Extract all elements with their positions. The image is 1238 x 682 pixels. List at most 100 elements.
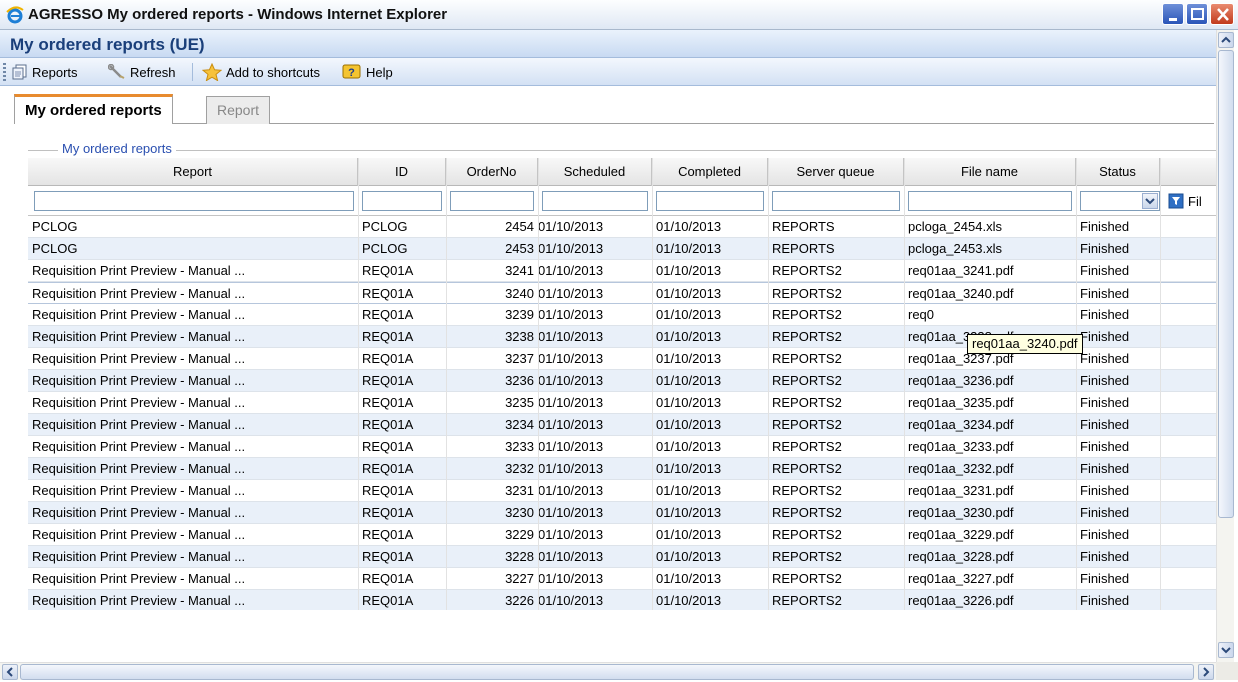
close-button[interactable] xyxy=(1210,3,1234,25)
filter-report-input[interactable] xyxy=(34,191,354,211)
cell-scheduled: 01/10/2013 xyxy=(538,571,604,586)
table-row[interactable]: Requisition Print Preview - Manual ... RE… xyxy=(28,502,1216,524)
cell-id: REQ01A xyxy=(362,417,414,432)
table-row[interactable]: Requisition Print Preview - Manual ... RE… xyxy=(28,392,1216,414)
table-row[interactable]: Requisition Print Preview - Manual ... RE… xyxy=(28,458,1216,480)
help-button[interactable]: ? Help xyxy=(342,62,393,82)
cell-report: Requisition Print Preview - Manual ... xyxy=(32,439,246,454)
refresh-label: Refresh xyxy=(130,64,176,80)
reports-icon xyxy=(12,64,27,80)
chevron-down-icon[interactable] xyxy=(1142,193,1158,209)
column-header-orderno[interactable]: OrderNo xyxy=(446,158,538,186)
chevron-left-icon xyxy=(6,667,13,677)
cell-file-name: req01aa_3229.pdf xyxy=(908,527,1014,542)
cell-status: Finished xyxy=(1080,417,1130,432)
cell-orderno: 3236 xyxy=(505,373,534,388)
cell-report: Requisition Print Preview - Manual ... xyxy=(32,395,246,410)
table-row[interactable]: Requisition Print Preview - Manual ... RE… xyxy=(28,590,1216,610)
table-row[interactable]: Requisition Print Preview - Manual ... RE… xyxy=(28,414,1216,436)
filter-orderno-input[interactable] xyxy=(450,191,534,211)
table-row[interactable]: Requisition Print Preview - Manual ... RE… xyxy=(28,436,1216,458)
table-row[interactable]: Requisition Print Preview - Manual ... RE… xyxy=(28,260,1216,282)
filter-row: Fil xyxy=(28,186,1216,216)
column-header-extra xyxy=(1160,158,1216,186)
section-divider xyxy=(28,150,1218,151)
filter-scheduled-input[interactable] xyxy=(542,191,648,211)
add-to-shortcuts-button[interactable]: Add to shortcuts xyxy=(202,62,320,82)
table-row[interactable]: Requisition Print Preview - Manual ... RE… xyxy=(28,480,1216,502)
column-header-file-name[interactable]: File name xyxy=(904,158,1076,186)
cell-file-name: req01aa_3241.pdf xyxy=(908,263,1014,278)
cell-completed: 01/10/2013 xyxy=(656,373,722,388)
scrollbar-corner xyxy=(1216,662,1238,680)
column-header-status[interactable]: Status xyxy=(1076,158,1160,186)
column-header-completed[interactable]: Completed xyxy=(652,158,768,186)
filter-completed-input[interactable] xyxy=(656,191,764,211)
cell-report: Requisition Print Preview - Manual ... xyxy=(32,527,246,542)
tab-report[interactable]: Report xyxy=(206,96,271,124)
table-row[interactable]: Requisition Print Preview - Manual ... RE… xyxy=(28,282,1216,304)
vertical-scroll-thumb[interactable] xyxy=(1218,50,1234,518)
cell-completed: 01/10/2013 xyxy=(656,571,722,586)
cell-status: Finished xyxy=(1080,505,1130,520)
grid-header: Report ID OrderNo Scheduled Completed Se… xyxy=(28,158,1216,186)
scroll-right-button[interactable] xyxy=(1198,664,1214,680)
cell-id: REQ01A xyxy=(362,373,414,388)
horizontal-scrollbar[interactable] xyxy=(0,662,1216,680)
table-row[interactable]: PCLOG PCLOG 2454 01/10/2013 01/10/2013 REPORT… xyxy=(28,216,1216,238)
cell-scheduled: 01/10/2013 xyxy=(538,395,604,410)
table-row[interactable]: Requisition Print Preview - Manual ... RE… xyxy=(28,370,1216,392)
toolbar-grip[interactable] xyxy=(3,63,6,81)
cell-scheduled: 01/10/2013 xyxy=(538,483,604,498)
tab-my-ordered-reports[interactable]: My ordered reports xyxy=(14,94,173,124)
scroll-down-button[interactable] xyxy=(1218,642,1234,658)
vertical-scrollbar[interactable] xyxy=(1216,30,1234,662)
cell-id: REQ01A xyxy=(362,439,414,454)
column-header-server-queue[interactable]: Server queue xyxy=(768,158,904,186)
cell-report: PCLOG xyxy=(32,241,78,256)
table-row[interactable]: Requisition Print Preview - Manual ... RE… xyxy=(28,568,1216,590)
filter-button[interactable]: Fil xyxy=(1168,191,1202,211)
filter-file-name-input[interactable] xyxy=(908,191,1072,211)
filter-status-select[interactable] xyxy=(1080,191,1160,211)
cell-report: Requisition Print Preview - Manual ... xyxy=(32,593,246,608)
table-row[interactable]: Requisition Print Preview - Manual ... RE… xyxy=(28,546,1216,568)
cell-orderno: 3233 xyxy=(505,439,534,454)
cell-id: REQ01A xyxy=(362,395,414,410)
table-row[interactable]: Requisition Print Preview - Manual ... RE… xyxy=(28,524,1216,546)
cell-scheduled: 01/10/2013 xyxy=(538,263,604,278)
cell-file-name: req01aa_3231.pdf xyxy=(908,483,1014,498)
maximize-button[interactable] xyxy=(1186,3,1208,25)
window-titlebar[interactable]: AGRESSO My ordered reports - Windows Int… xyxy=(0,0,1238,30)
wrench-icon xyxy=(108,64,125,79)
minimize-button[interactable] xyxy=(1162,3,1184,25)
column-header-scheduled[interactable]: Scheduled xyxy=(538,158,652,186)
column-header-report[interactable]: Report xyxy=(28,158,358,186)
cell-scheduled: 01/10/2013 xyxy=(538,241,604,256)
cell-orderno: 3230 xyxy=(505,505,534,520)
cell-server-queue: REPORTS xyxy=(772,219,835,234)
cell-orderno: 3238 xyxy=(505,329,534,344)
table-row[interactable]: Requisition Print Preview - Manual ... RE… xyxy=(28,304,1216,326)
cell-id: REQ01A xyxy=(362,329,414,344)
reports-button[interactable]: Reports xyxy=(12,62,78,82)
cell-report: Requisition Print Preview - Manual ... xyxy=(32,417,246,432)
filter-server-queue-input[interactable] xyxy=(772,191,900,211)
scroll-up-button[interactable] xyxy=(1218,32,1234,48)
shortcuts-label: Add to shortcuts xyxy=(226,64,320,80)
scroll-left-button[interactable] xyxy=(2,664,18,680)
chevron-up-icon xyxy=(1221,36,1231,43)
cell-server-queue: REPORTS2 xyxy=(772,461,842,476)
cell-server-queue: REPORTS2 xyxy=(772,505,842,520)
cell-completed: 01/10/2013 xyxy=(656,351,722,366)
table-row[interactable]: PCLOG PCLOG 2453 01/10/2013 01/10/2013 REPORT… xyxy=(28,238,1216,260)
cell-scheduled: 01/10/2013 xyxy=(538,307,604,322)
cell-report: Requisition Print Preview - Manual ... xyxy=(32,263,246,278)
cell-completed: 01/10/2013 xyxy=(656,329,722,344)
column-header-id[interactable]: ID xyxy=(358,158,446,186)
cell-id: REQ01A xyxy=(362,527,414,542)
horizontal-scroll-thumb[interactable] xyxy=(20,664,1194,680)
filter-id-input[interactable] xyxy=(362,191,442,211)
cell-completed: 01/10/2013 xyxy=(656,395,722,410)
refresh-button[interactable]: Refresh xyxy=(108,62,176,82)
